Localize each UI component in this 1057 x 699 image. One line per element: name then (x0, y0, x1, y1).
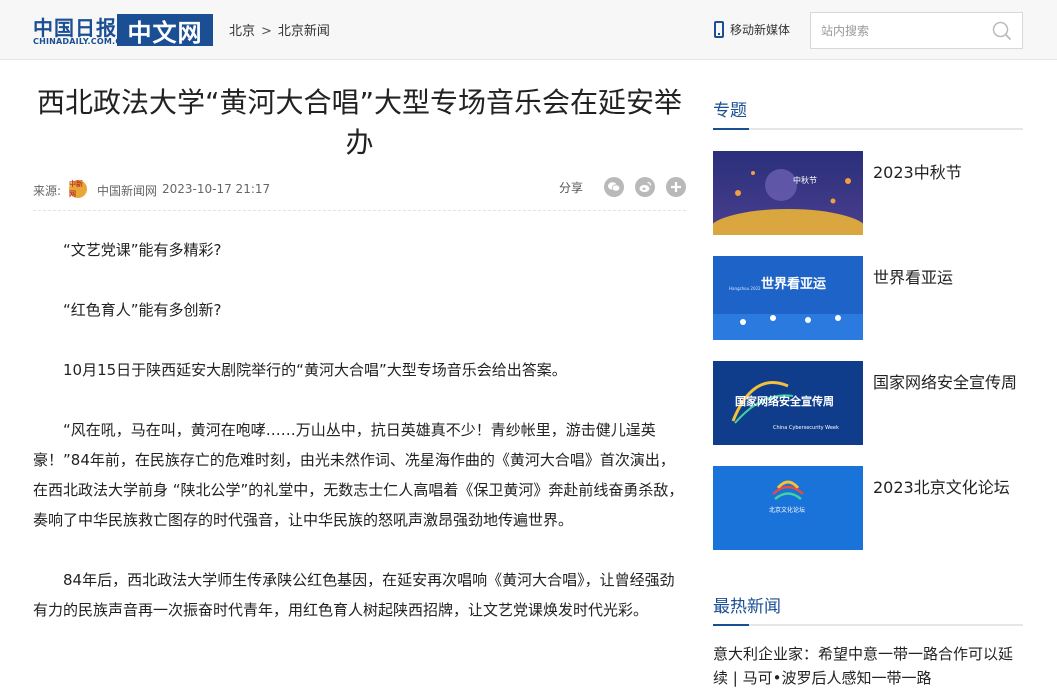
article-meta: 来源: 中新网 中国新闻网 2023-10-17 21:17 分享 (33, 177, 686, 211)
topic-thumbnail[interactable]: 国家网络安全宣传周 China Cybersecurity Week (713, 361, 863, 445)
site-logo[interactable]: 中国日报 CHINADAILY.COM.CN 中文网 (33, 12, 213, 48)
breadcrumb: 北京 > 北京新闻 (229, 20, 330, 39)
topic-thumbnail[interactable]: 中秋节 (713, 151, 863, 235)
topic-name[interactable]: 国家网络安全宣传周 (873, 369, 1017, 393)
more-share-icon[interactable] (666, 177, 686, 197)
thumb-text: 中秋节 (793, 175, 817, 185)
breadcrumb-separator: > (261, 24, 272, 39)
topic-thumbnail[interactable]: 北京文化论坛 (713, 466, 863, 550)
source-label: 来源: (33, 184, 62, 198)
article-body: “文艺党课”能有多精彩? “红色育人”能有多创新? 10月15日于陕西延安大剧院… (33, 235, 686, 655)
article-paragraph: “风在吼，马在叫，黄河在咆哮……万山丛中，抗日英雄真不少！青纱帐里，游击健儿逞英… (33, 421, 684, 529)
topic-thumbnail[interactable]: 世界看亚运 Hangzhou 2022 (713, 256, 863, 340)
search-box (810, 12, 1023, 49)
topic-item-asian-games[interactable]: 世界看亚运 Hangzhou 2022 世界看亚运 (713, 256, 1023, 340)
hot-news-item[interactable]: 意大利企业家：希望中意一带一路合作可以延续 | 马可•波罗后人感知一带一路 (713, 642, 1023, 690)
top-bar: 中国日报 CHINADAILY.COM.CN 中文网 北京 > 北京新闻 移动新媒体 (0, 0, 1057, 60)
article-paragraph: “文艺党课”能有多精彩? (63, 241, 222, 259)
thumb-text: 国家网络安全宣传周 (735, 394, 834, 408)
share-bar: 分享 (559, 177, 686, 197)
source-logo-icon: 中新网 (69, 180, 87, 198)
topic-name[interactable]: 2023中秋节 (873, 159, 962, 183)
publish-date: 2023-10-17 21:17 (162, 182, 271, 196)
article-paragraph: “红色育人”能有多创新? (63, 301, 222, 319)
thumb-sub: China Cybersecurity Week (773, 425, 839, 431)
article-title: 西北政法大学“黄河大合唱”大型专场音乐会在延安举办 (36, 86, 682, 159)
thumb-text: 世界看亚运 (761, 276, 826, 292)
logo-en-text: CHINADAILY.COM.CN (33, 37, 129, 46)
topic-item-beijing-culture-forum[interactable]: 北京文化论坛 2023北京文化论坛 (713, 466, 1023, 550)
logo-zhongwenwang: 中文网 (117, 14, 213, 47)
thumb-sub: Hangzhou 2022 (729, 286, 761, 291)
sidebar: 专题 中秋节 2023中秋节 世界看亚运 Hangzhou 2022 世界看亚运… (713, 96, 1023, 687)
article-paragraph: 84年后，西北政法大学师生传承陕公红色基因，在延安再次唱响《黄河大合唱》，让曾经… (33, 571, 675, 619)
phone-icon (714, 21, 724, 38)
chinadaily-logo: 中国日报 CHINADAILY.COM.CN (33, 12, 128, 48)
article-paragraph: 10月15日于陕西延安大剧院举行的“黄河大合唱”大型专场音乐会给出答案。 (63, 361, 567, 379)
source-name: 中国新闻网 (97, 184, 158, 198)
mobile-media-label: 移动新媒体 (730, 23, 791, 37)
breadcrumb-beijing-news[interactable]: 北京新闻 (278, 24, 330, 39)
topic-item-cybersecurity[interactable]: 国家网络安全宣传周 China Cybersecurity Week 国家网络安… (713, 361, 1023, 445)
topic-name[interactable]: 世界看亚运 (873, 264, 953, 288)
thumb-text: 北京文化论坛 (769, 506, 805, 514)
weibo-share-icon[interactable] (635, 177, 655, 197)
search-input[interactable] (821, 22, 991, 40)
topic-item-mid-autumn[interactable]: 中秋节 2023中秋节 (713, 151, 1023, 235)
mobile-media-link[interactable]: 移动新媒体 (714, 21, 790, 38)
search-icon[interactable] (992, 21, 1012, 41)
topics-section-title: 专题 (713, 96, 1023, 130)
wechat-share-icon[interactable] (604, 177, 624, 197)
breadcrumb-beijing[interactable]: 北京 (229, 24, 255, 39)
share-label: 分享 (558, 180, 583, 195)
hot-news-section-title: 最热新闻 (713, 592, 1023, 626)
topic-name[interactable]: 2023北京文化论坛 (873, 474, 1010, 498)
